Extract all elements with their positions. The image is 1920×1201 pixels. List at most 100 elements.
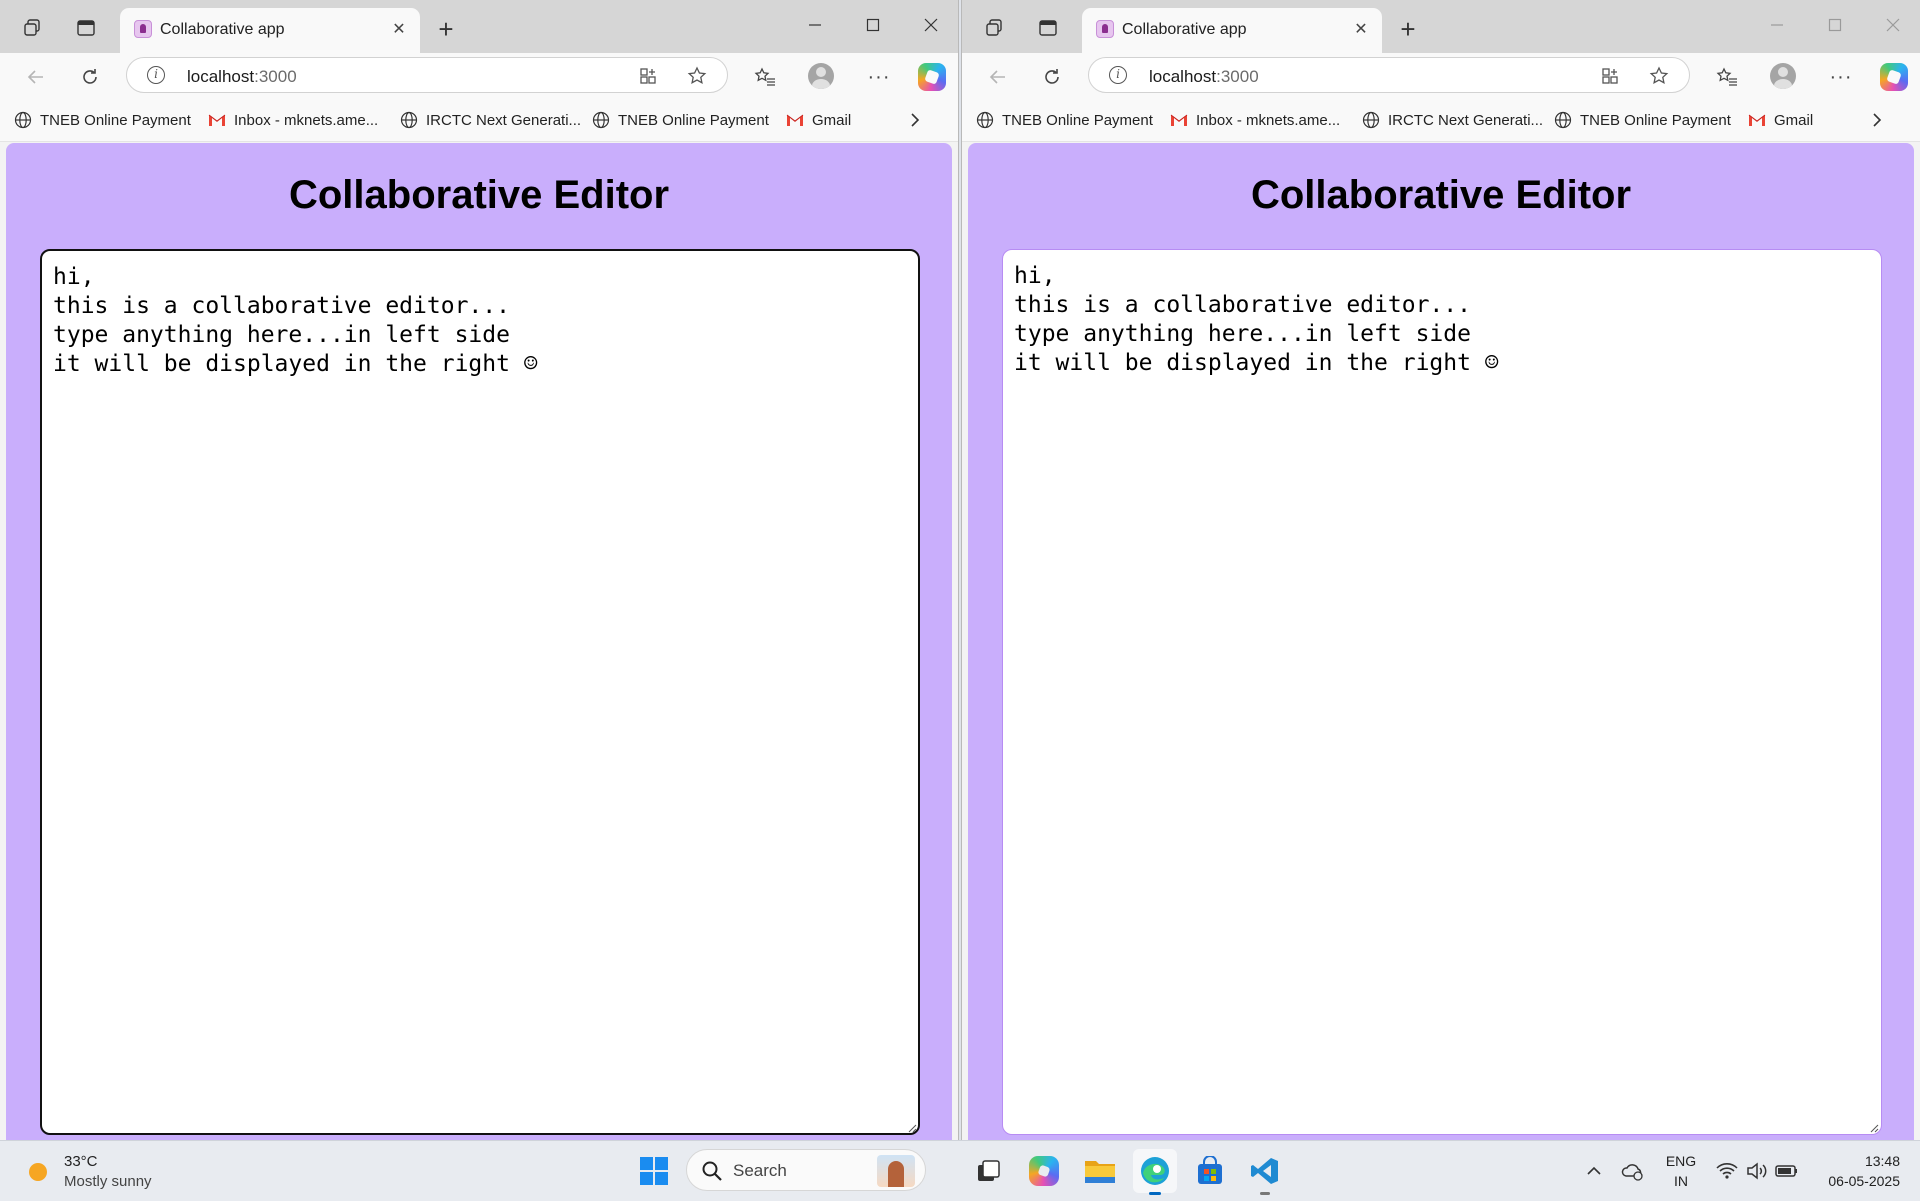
- close-icon[interactable]: ✕: [388, 18, 410, 40]
- weather-temp: 33°C: [64, 1153, 98, 1170]
- favorite-inbox[interactable]: Inbox - mknets.ame...: [208, 110, 378, 130]
- chevron-right-icon[interactable]: [1867, 109, 1887, 131]
- page-title: Collaborative Editor: [1250, 173, 1632, 217]
- back-button[interactable]: [21, 62, 51, 92]
- more-options-icon[interactable]: ···: [1826, 62, 1856, 92]
- browser-toolbar: i localhost:3000 ···: [0, 53, 958, 99]
- search-highlight-image: [877, 1155, 915, 1187]
- gmail-icon: [786, 114, 804, 126]
- favorite-tneb-2[interactable]: TNEB Online Payment: [592, 110, 769, 130]
- favorite-irctc[interactable]: IRCTC Next Generati...: [400, 110, 581, 130]
- browser-tab[interactable]: Collaborative app ✕: [1082, 8, 1382, 53]
- favorite-gmail[interactable]: Gmail: [786, 110, 851, 130]
- workspaces-icon[interactable]: [20, 16, 44, 40]
- microsoft-store-icon[interactable]: [1188, 1149, 1232, 1193]
- globe-icon: [1362, 111, 1380, 129]
- edge-icon[interactable]: [1133, 1149, 1177, 1195]
- app-favicon-icon: [1096, 20, 1114, 38]
- favorites-icon[interactable]: [750, 62, 780, 92]
- profile-avatar[interactable]: [1770, 63, 1796, 89]
- globe-icon: [592, 111, 610, 129]
- favorite-tneb-1[interactable]: TNEB Online Payment: [14, 110, 191, 130]
- globe-icon: [976, 111, 994, 129]
- clock-time: 13:48: [1864, 1153, 1900, 1169]
- favorite-tneb-2[interactable]: TNEB Online Payment: [1554, 110, 1731, 130]
- language-indicator[interactable]: ENG IN: [1660, 1151, 1702, 1191]
- favorite-irctc[interactable]: IRCTC Next Generati...: [1362, 110, 1543, 130]
- favorites-icon[interactable]: [1712, 62, 1742, 92]
- tab-title: Collaborative app: [1122, 21, 1247, 38]
- address-bar[interactable]: i localhost:3000: [1088, 57, 1690, 93]
- tab-title: Collaborative app: [160, 21, 285, 38]
- running-indicator: [1260, 1192, 1270, 1195]
- volume-icon[interactable]: [1744, 1149, 1770, 1193]
- favorite-star-icon[interactable]: [1647, 64, 1671, 88]
- copilot-icon[interactable]: [918, 63, 946, 91]
- browser-tab[interactable]: Collaborative app ✕: [120, 8, 420, 53]
- weather-widget[interactable]: 33°C Mostly sunny: [24, 1151, 204, 1193]
- app-available-icon[interactable]: [636, 64, 660, 88]
- start-button[interactable]: [632, 1149, 676, 1193]
- site-info-icon[interactable]: i: [147, 66, 165, 84]
- url-text: localhost:3000: [1149, 67, 1259, 86]
- favorite-tneb-1[interactable]: TNEB Online Payment: [976, 110, 1153, 130]
- favorites-bar: TNEB Online Payment Inbox - mknets.ame..…: [962, 99, 1920, 142]
- profile-avatar[interactable]: [808, 63, 834, 89]
- weather-condition: Mostly sunny: [64, 1173, 152, 1190]
- favorite-inbox[interactable]: Inbox - mknets.ame...: [1170, 110, 1340, 130]
- favorites-bar: TNEB Online Payment Inbox - mknets.ame..…: [0, 99, 958, 142]
- vscode-icon[interactable]: [1243, 1149, 1287, 1195]
- gmail-icon: [208, 114, 226, 126]
- close-window-button[interactable]: [911, 10, 951, 40]
- maximize-button[interactable]: [1815, 10, 1855, 40]
- clock-date: 06-05-2025: [1828, 1173, 1900, 1189]
- app-available-icon[interactable]: [1598, 64, 1622, 88]
- copilot-icon[interactable]: [1880, 63, 1908, 91]
- taskbar: 33°C Mostly sunny Search ENG IN 13:48 06…: [0, 1140, 1920, 1201]
- page-content: Collaborative Editor hi, this is a colla…: [968, 143, 1914, 1140]
- copilot-icon[interactable]: [1022, 1149, 1066, 1193]
- taskbar-search[interactable]: Search: [686, 1149, 926, 1191]
- refresh-button[interactable]: [1037, 62, 1067, 92]
- windows-logo-icon: [640, 1157, 668, 1185]
- more-options-icon[interactable]: ···: [864, 62, 894, 92]
- minimize-button[interactable]: [795, 10, 835, 40]
- task-view-icon[interactable]: [966, 1149, 1010, 1193]
- chevron-right-icon[interactable]: [905, 109, 925, 131]
- minimize-button[interactable]: [1757, 10, 1797, 40]
- title-bar: Collaborative app ✕ +: [0, 0, 958, 53]
- favorite-star-icon[interactable]: [685, 64, 709, 88]
- close-icon[interactable]: ✕: [1350, 18, 1372, 40]
- resize-handle-icon[interactable]: [1869, 1123, 1879, 1133]
- refresh-button[interactable]: [75, 62, 105, 92]
- maximize-button[interactable]: [853, 10, 893, 40]
- back-button[interactable]: [983, 62, 1013, 92]
- favorite-gmail[interactable]: Gmail: [1748, 110, 1813, 130]
- editor-textarea[interactable]: hi, this is a collaborative editor... ty…: [1002, 249, 1882, 1135]
- vertical-tabs-icon[interactable]: [74, 16, 98, 40]
- browser-window-right: Collaborative app ✕ + i localhost:3000 ·…: [961, 0, 1920, 1140]
- address-bar[interactable]: i localhost:3000: [126, 57, 728, 93]
- wifi-icon[interactable]: [1714, 1149, 1740, 1193]
- active-indicator: [1149, 1192, 1161, 1195]
- site-info-icon[interactable]: i: [1109, 66, 1127, 84]
- globe-icon: [400, 111, 418, 129]
- page-title: Collaborative Editor: [288, 173, 670, 217]
- globe-icon: [14, 111, 32, 129]
- search-label: Search: [733, 1161, 787, 1180]
- resize-handle-icon[interactable]: [907, 1123, 917, 1133]
- editor-textarea[interactable]: hi, this is a collaborative editor... ty…: [40, 249, 920, 1135]
- chevron-up-icon[interactable]: [1580, 1149, 1608, 1193]
- browser-toolbar: i localhost:3000 ···: [962, 53, 1920, 99]
- close-window-button[interactable]: [1873, 10, 1913, 40]
- system-clock[interactable]: 13:48 06-05-2025: [1790, 1151, 1900, 1191]
- vertical-tabs-icon[interactable]: [1036, 16, 1060, 40]
- new-tab-button[interactable]: +: [1394, 16, 1422, 44]
- new-tab-button[interactable]: +: [432, 16, 460, 44]
- onedrive-sync-icon[interactable]: [1618, 1149, 1648, 1193]
- file-explorer-icon[interactable]: [1078, 1149, 1122, 1193]
- workspaces-icon[interactable]: [982, 16, 1006, 40]
- browser-window-left: Collaborative app ✕ + i localhost:3000 ·…: [0, 0, 959, 1140]
- globe-icon: [1554, 111, 1572, 129]
- title-bar: Collaborative app ✕ +: [962, 0, 1920, 53]
